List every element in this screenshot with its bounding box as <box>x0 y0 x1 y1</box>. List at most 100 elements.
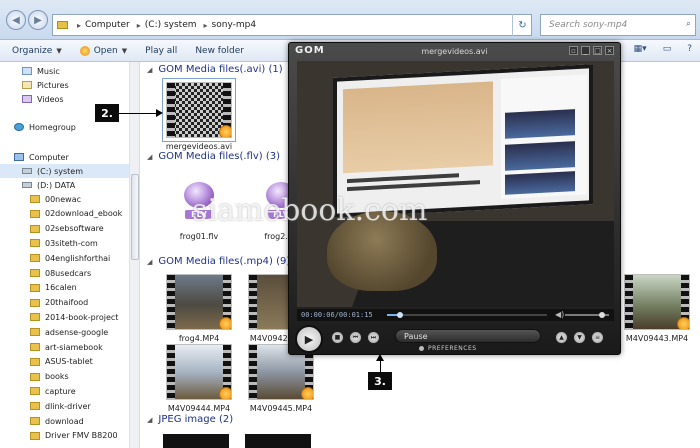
nav-item-label: 08usedcars <box>45 268 92 278</box>
group-header-label: GOM Media files(.flv) (3) <box>158 151 281 162</box>
control-panel: ▶ ■ ⏮ ⏭ Pause PREFERENCES ▲ ▼ ≡ <box>289 323 620 355</box>
nav-item-folder[interactable]: 08usedcars <box>30 266 91 280</box>
stop-button[interactable]: ■ <box>331 331 344 344</box>
address-box[interactable]: ▸ Computer ▸ (C:) system ▸ sony-mp4 <box>52 14 532 36</box>
nav-item-folder[interactable]: dlink-driver <box>30 399 91 413</box>
nav-scrollbar[interactable] <box>129 62 139 448</box>
nav-item-folder[interactable]: 00newac <box>30 192 81 206</box>
nav-item-homegroup[interactable]: Homegroup <box>14 120 76 134</box>
volume-slider[interactable] <box>565 312 609 318</box>
minimize-icon[interactable]: _ <box>581 46 590 55</box>
nav-item-label: adsense-google <box>45 327 109 337</box>
new-folder-button[interactable]: New folder <box>195 46 244 56</box>
pin-icon[interactable]: ▫ <box>569 46 578 55</box>
settings-button[interactable]: ≡ <box>591 331 604 344</box>
refresh-button[interactable]: ↻ <box>512 14 532 36</box>
nav-item-folder[interactable]: 2014-book-project <box>30 310 118 324</box>
eject-icon: ▲ <box>559 334 564 341</box>
nav-item-folder[interactable]: 20thaifood <box>30 296 88 310</box>
previous-icon: ⏮ <box>352 333 359 341</box>
nav-item-label: ASUS-tablet <box>45 357 93 367</box>
nav-item-videos[interactable]: Videos <box>22 92 64 106</box>
file-item-m4v09444[interactable]: M4V09444.MP4 <box>163 344 235 413</box>
group-header-avi[interactable]: ◢ GOM Media files(.avi) (1) <box>147 64 283 75</box>
scrollbar-thumb[interactable] <box>131 174 139 260</box>
nav-item-label: 02download_ebook <box>45 209 123 219</box>
nav-item-music[interactable]: Music <box>22 64 60 78</box>
nav-item-folder[interactable]: 03siteth-com <box>30 236 98 250</box>
nav-item-folder[interactable]: 02download_ebook <box>30 207 122 221</box>
open-file-button[interactable]: ▲ <box>555 331 568 344</box>
nav-item-folder[interactable]: books <box>30 370 69 384</box>
nav-item-label: art-siamebook <box>45 342 103 352</box>
play-button[interactable]: ▶ <box>295 325 323 353</box>
file-item-m4v09443[interactable]: M4V09443.MP4 <box>621 274 693 343</box>
play-all-button[interactable]: Play all <box>145 46 177 56</box>
nav-item-d-drive[interactable]: (D:) DATA <box>22 178 75 192</box>
group-header-jpeg[interactable]: ◢ JPEG image (2) <box>147 414 233 425</box>
nav-item-folder[interactable]: download <box>30 414 84 428</box>
nav-item-pictures[interactable]: Pictures <box>22 78 69 92</box>
file-item-frog4[interactable]: frog4.MP4 <box>163 274 235 343</box>
nav-item-folder[interactable]: Driver FMV B8200 <box>30 429 118 443</box>
film-strip <box>167 83 175 137</box>
folder-icon <box>30 298 40 307</box>
new-folder-label: New folder <box>195 45 244 56</box>
view-controls: ▦▾ ▭ ? <box>634 44 692 54</box>
close-icon[interactable]: × <box>605 46 614 55</box>
breadcrumb-c-drive[interactable]: (C:) system <box>145 20 197 30</box>
video-display[interactable] <box>297 61 614 307</box>
jpeg-thumbnail[interactable] <box>245 434 311 448</box>
breadcrumb-computer[interactable]: Computer <box>85 20 130 30</box>
preview-pane-icon[interactable]: ▭ <box>663 44 672 54</box>
maximize-icon[interactable]: □ <box>593 46 602 55</box>
search-input[interactable]: Search sony-mp4 ⌕ <box>540 14 696 36</box>
nav-item-c-drive[interactable]: (C:) system <box>0 164 132 178</box>
folder-icon <box>30 372 40 381</box>
seek-slider[interactable] <box>387 312 547 318</box>
nav-item-folder[interactable]: 02sebsoftware <box>30 222 104 236</box>
forward-button[interactable]: ▶ <box>28 10 48 30</box>
file-name: M4V09444.MP4 <box>167 404 231 413</box>
callout-step-2: 2. <box>95 104 119 122</box>
nav-item-folder[interactable]: ASUS-tablet <box>30 355 93 369</box>
seek-knob[interactable] <box>396 312 403 318</box>
nav-item-folder[interactable]: capture <box>30 384 76 398</box>
group-header-mp4[interactable]: ◢ GOM Media files(.mp4) (9) <box>147 256 290 267</box>
preferences-label: PREFERENCES <box>428 345 477 352</box>
collapse-chevron-icon: ◢ <box>147 152 153 161</box>
arrow-head-icon <box>376 354 384 361</box>
help-icon[interactable]: ? <box>687 44 692 54</box>
window-buttons: ▫ _ □ × <box>569 46 614 55</box>
back-arrow-icon: ◀ <box>12 14 20 26</box>
nav-item-label: (D:) DATA <box>37 180 76 190</box>
volume-knob[interactable] <box>599 312 606 318</box>
nav-item-label: (C:) system <box>37 166 83 176</box>
video-thumbnail <box>166 344 232 400</box>
video-scene-right <box>501 74 587 200</box>
chevron-down-icon: ▼ <box>577 334 582 341</box>
volume-icon[interactable]: ◀) <box>555 310 564 319</box>
playlist-menu-button[interactable]: ▼ <box>573 331 586 344</box>
folder-icon <box>30 209 40 218</box>
nav-item-folder[interactable]: adsense-google <box>30 325 108 339</box>
view-options-icon[interactable]: ▦▾ <box>634 44 647 54</box>
breadcrumb-sony-mp4[interactable]: sony-mp4 <box>212 20 257 30</box>
open-button[interactable]: Open ▼ <box>79 45 127 56</box>
videos-icon <box>22 95 32 103</box>
group-header-flv[interactable]: ◢ GOM Media files(.flv) (3) <box>147 151 280 162</box>
back-button[interactable]: ◀ <box>6 10 26 30</box>
next-button[interactable]: ⏭ <box>367 331 380 344</box>
nav-item-folder[interactable]: art-siamebook <box>30 340 103 354</box>
gom-title: mergevideos.avi <box>421 46 488 56</box>
nav-item-computer[interactable]: Computer <box>14 150 69 164</box>
jpeg-thumbnail[interactable] <box>163 434 229 448</box>
organize-button[interactable]: Organize ▼ <box>12 46 62 56</box>
nav-item-folder[interactable]: 04englishforthai <box>30 251 110 265</box>
file-item-mergevideos[interactable]: mergevideos.avi <box>162 78 236 151</box>
music-icon <box>22 67 32 75</box>
nav-item-label: Pictures <box>37 80 69 90</box>
nav-item-folder[interactable]: 16calen <box>30 281 77 295</box>
previous-button[interactable]: ⏮ <box>349 331 362 344</box>
preferences-button[interactable]: PREFERENCES <box>419 345 477 352</box>
